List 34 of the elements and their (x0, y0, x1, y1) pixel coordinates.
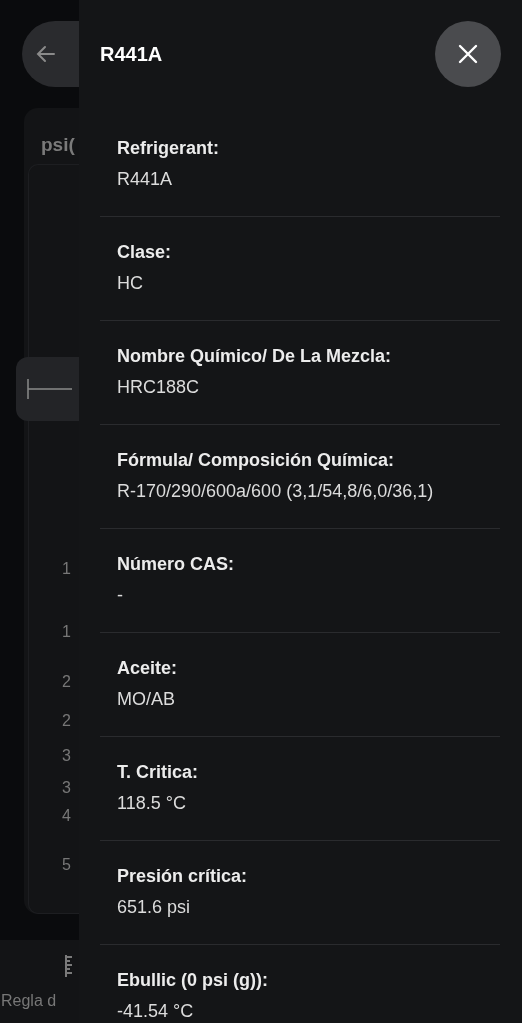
scale-label: 4 (62, 807, 71, 825)
scale-label: 1 (62, 623, 71, 641)
back-button[interactable] (22, 21, 79, 87)
ruler-icon (65, 954, 73, 978)
ruler-line-icon (26, 377, 72, 401)
scale-label: 2 (62, 673, 71, 691)
scale-label: 1 (62, 560, 71, 578)
scale-label: 5 (62, 856, 71, 874)
field-value: - (117, 584, 124, 607)
field-label: Número CAS: (117, 553, 235, 576)
field-label: Nombre Químico/ De La Mezcla: (117, 345, 393, 368)
field-value: HC (117, 272, 144, 295)
field-label: Presión crítica: (117, 865, 249, 888)
field-label: T. Critica: (117, 761, 200, 784)
panel-title: R441A (100, 42, 163, 66)
field-value: 118.5 °C (117, 792, 187, 815)
field-label: Refrigerant: (117, 137, 220, 160)
field-label: Ebullic (0 psi (g)): (117, 969, 269, 992)
scale-label: 2 (62, 712, 71, 730)
field-label: Aceite: (117, 657, 179, 680)
field-value: 651.6 psi (117, 896, 192, 919)
field-label: Fórmula/ Composición Química: (117, 449, 396, 472)
scale-label: 3 (62, 747, 71, 765)
field-value: MO/AB (117, 688, 176, 711)
field-label: Clase: (117, 241, 173, 264)
unit-label: psi( (41, 134, 75, 157)
nav-tab[interactable]: Regla d (0, 940, 78, 1010)
field-value: R441A (117, 168, 174, 191)
field-value: HRC188C (117, 376, 201, 399)
scale-label: 3 (62, 779, 71, 797)
close-icon (458, 44, 478, 64)
field-value: R-170/290/600a/600 (3,1/54,8/6,0/36,1) (117, 480, 435, 503)
slider-handle[interactable] (16, 357, 79, 421)
field-value: -41.54 °C (117, 1000, 195, 1023)
